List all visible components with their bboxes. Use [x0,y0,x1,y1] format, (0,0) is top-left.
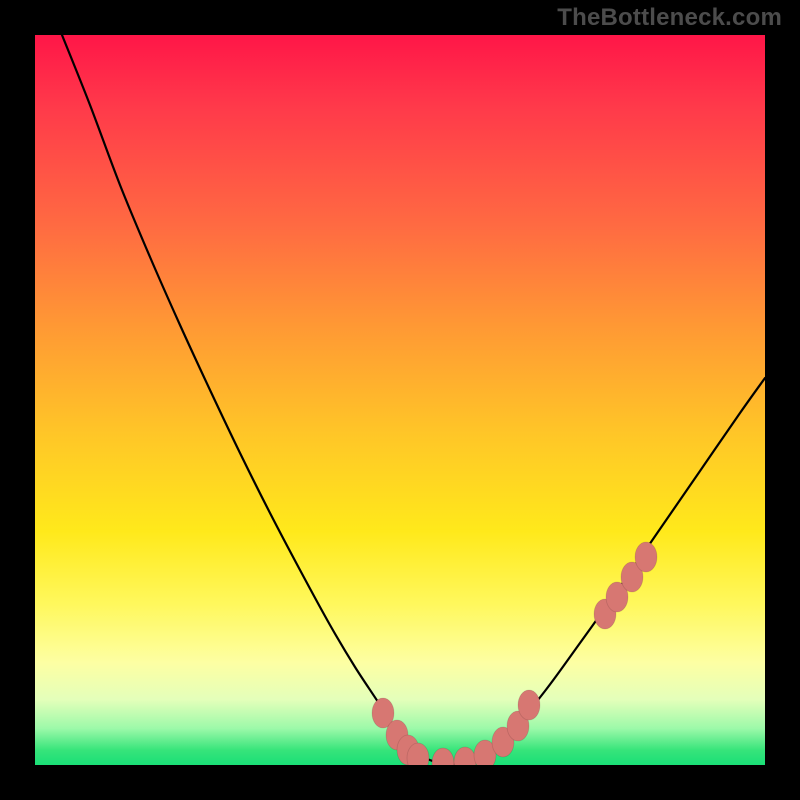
curve-line [62,35,765,764]
data-point-marker [454,747,476,765]
data-point-marker [594,599,616,629]
data-point-marker [606,582,628,612]
markers-group [372,542,657,765]
data-point-marker [635,542,657,572]
curve-svg [35,35,765,765]
data-point-marker [492,727,514,757]
data-point-marker [386,720,408,750]
data-point-marker [407,743,429,765]
data-point-marker [372,698,394,728]
data-point-marker [397,735,419,765]
plot-area [35,35,765,765]
data-point-marker [474,740,496,765]
data-point-marker [432,748,454,765]
data-point-marker [507,711,529,741]
data-point-marker [621,562,643,592]
data-point-marker [518,690,540,720]
watermark-label: TheBottleneck.com [557,4,782,32]
chart-frame: TheBottleneck.com [0,0,800,800]
